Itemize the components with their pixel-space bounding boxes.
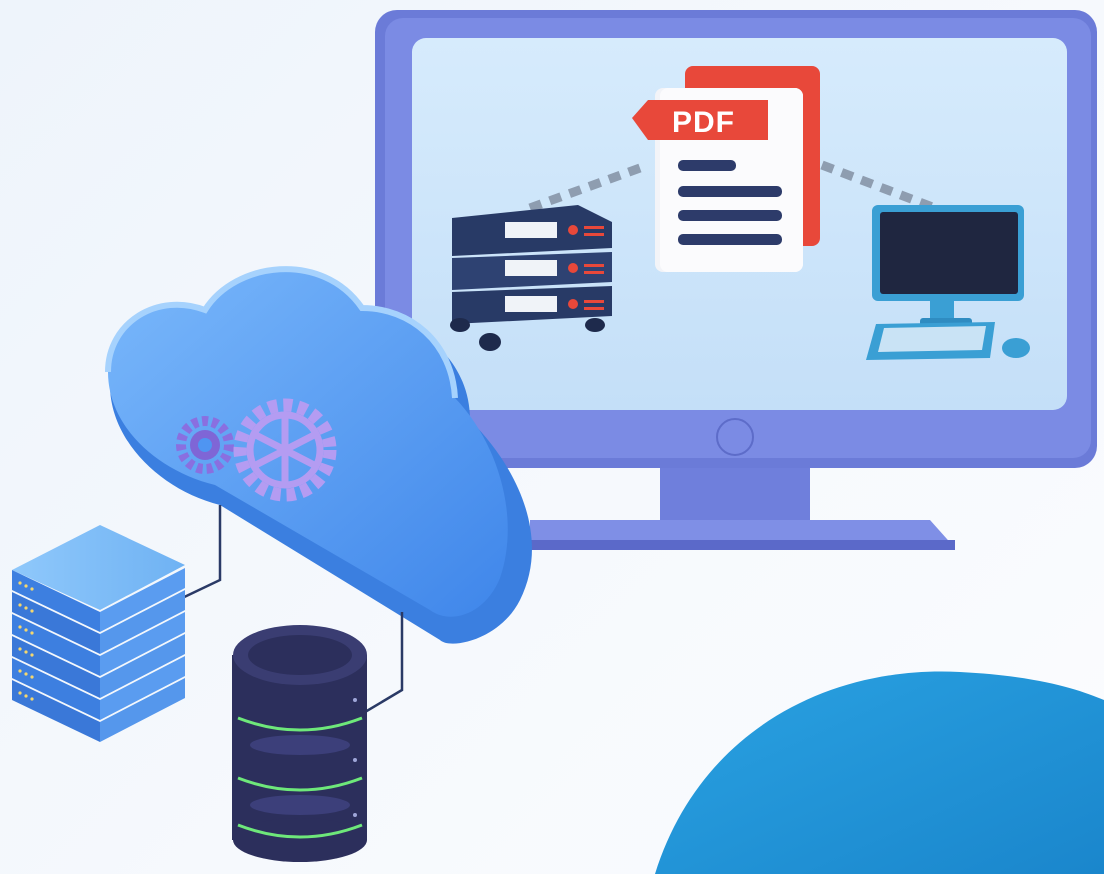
database-icon: [232, 625, 367, 862]
illustration-canvas: PDF: [12, 10, 1104, 874]
pdf-document-icon: PDF: [632, 66, 820, 272]
server-stack-icon: [12, 525, 185, 742]
pdf-badge-label: PDF: [672, 106, 735, 139]
corner-blob: [655, 671, 1104, 874]
